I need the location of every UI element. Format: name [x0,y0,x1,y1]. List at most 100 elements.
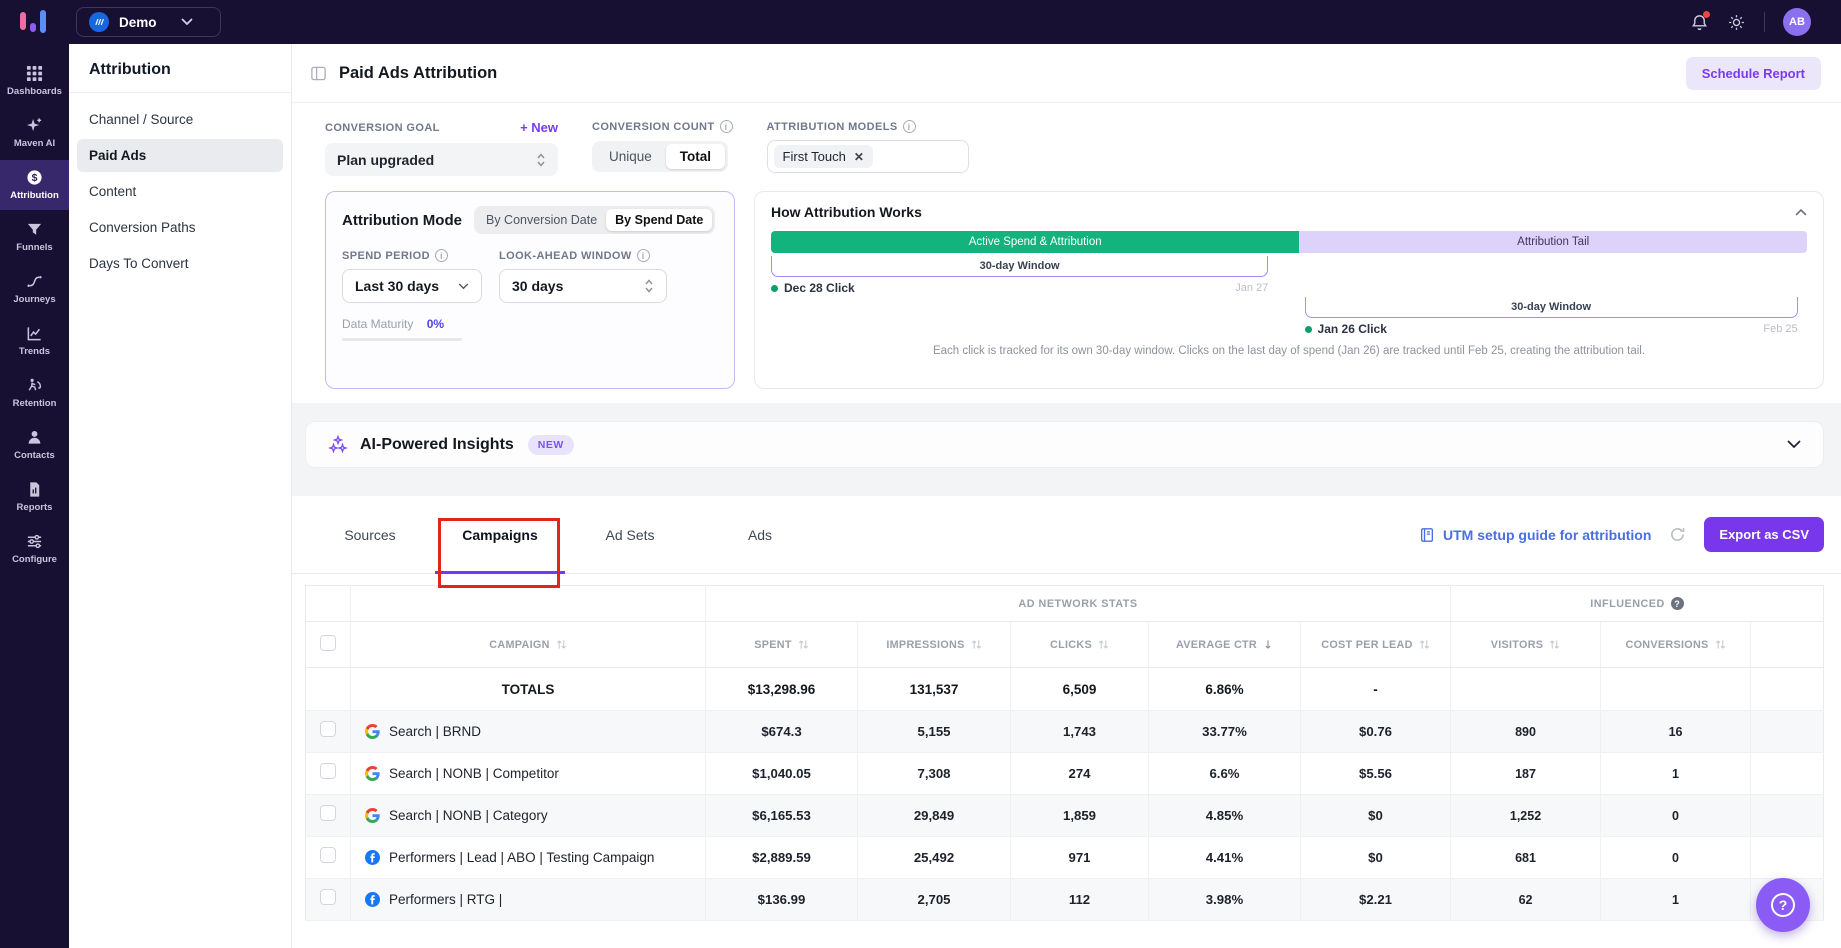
rail-item-journeys[interactable]: Journeys [0,264,69,314]
schedule-report-button[interactable]: Schedule Report [1686,57,1821,90]
info-icon[interactable]: i [637,249,650,262]
notifications-bell-icon[interactable] [1690,13,1709,32]
attribution-mode-toggle: By Conversion Date By Spend Date [474,206,715,234]
rail-item-retention[interactable]: Retention [0,368,69,418]
info-icon[interactable]: i [435,249,448,262]
table-row[interactable]: Search | BRND $674.3 5,155 1,743 33.77% … [306,711,1824,753]
rail-item-configure[interactable]: Configure [0,524,69,574]
collapse-chevron-up-icon[interactable] [1795,208,1807,216]
rail-item-trends[interactable]: Trends [0,316,69,366]
sidebar-item-days-to-convert[interactable]: Days To Convert [77,247,283,280]
filters-row: CONVERSION GOAL + New Plan upgraded CONV… [292,103,1841,176]
book-icon [1419,527,1435,543]
cell-clicks: 1,859 [1011,795,1149,837]
export-csv-button[interactable]: Export as CSV [1704,517,1824,552]
window1-end-date: Jan 27 [1235,282,1268,294]
cell-conversions: 1 [1601,753,1751,795]
data-maturity-bar [342,338,462,341]
remove-chip-icon[interactable]: ✕ [854,150,864,164]
attribution-mode-panel: Attribution Mode By Conversion Date By S… [325,191,735,389]
attribution-models-select[interactable]: First Touch ✕ [767,140,969,173]
user-avatar[interactable]: AB [1783,8,1811,36]
column-header-campaign[interactable]: CAMPAIGN [351,622,706,668]
cell-visitors: 1,252 [1451,795,1601,837]
toggle-option-total[interactable]: Total [666,144,725,169]
column-header-cost-per-lead[interactable]: COST PER LEAD [1301,622,1451,668]
look-ahead-select[interactable]: 30 days [499,269,667,303]
row-checkbox[interactable] [320,847,336,863]
person-icon [26,429,43,446]
tab-sources[interactable]: Sources [305,496,435,573]
cell-spent: $136.99 [706,879,858,921]
facebook-icon [365,850,380,865]
select-spinner-icon [536,152,546,168]
insights-title: AI-Powered Insights [360,436,514,454]
row-checkbox[interactable] [320,805,336,821]
column-header-impressions[interactable]: IMPRESSIONS [858,622,1011,668]
help-floating-button[interactable]: ? [1756,878,1810,932]
sidebar-item-conversion-paths[interactable]: Conversion Paths [77,211,283,244]
info-icon[interactable]: i [720,120,733,133]
sort-icon [971,638,982,651]
toggle-by-spend-date[interactable]: By Spend Date [606,209,712,231]
campaigns-table-wrap: AD NETWORK STATS INFLUENCED? CAMPAIGN SP… [292,574,1841,921]
panel-toggle-icon[interactable] [310,65,327,82]
rail-item-contacts[interactable]: Contacts [0,420,69,470]
column-header-spent[interactable]: SPENT [706,622,858,668]
cell-clicks: 971 [1011,837,1149,879]
select-all-header [306,622,351,668]
select-all-checkbox[interactable] [320,635,336,651]
help-question-icon[interactable]: ? [1671,597,1684,610]
sidebar-item-content[interactable]: Content [77,175,283,208]
group-ad-network-stats: AD NETWORK STATS [706,586,1451,622]
info-icon[interactable]: i [903,120,916,133]
cell-visitors: 681 [1451,837,1601,879]
refresh-icon[interactable] [1669,526,1686,543]
rail-item-attribution[interactable]: $ Attribution [0,160,69,210]
tab-campaigns[interactable]: Campaigns [435,496,565,573]
rail-item-dashboards[interactable]: Dashboards [0,56,69,106]
table-row[interactable]: Search | NONB | Competitor $1,040.05 7,3… [306,753,1824,795]
column-header-conversions[interactable]: CONVERSIONS [1601,622,1751,668]
cell-average-ctr: 4.41% [1149,837,1301,879]
row-checkbox[interactable] [320,889,336,905]
toggle-option-unique[interactable]: Unique [595,144,666,169]
table-row[interactable]: Performers | Lead | ABO | Testing Campai… [306,837,1824,879]
tab-ad-sets[interactable]: Ad Sets [565,496,695,573]
group-influenced: INFLUENCED? [1451,586,1824,622]
rail-item-maven-ai[interactable]: Maven AI [0,108,69,158]
green-dot-icon [771,285,778,292]
utm-setup-guide-link[interactable]: UTM setup guide for attribution [1419,527,1651,543]
conversion-goal-select[interactable]: Plan upgraded [325,143,558,176]
rail-item-reports[interactable]: Reports [0,472,69,522]
cell-conversions: 0 [1601,795,1751,837]
cell-impressions: 5,155 [858,711,1011,753]
workspace-switcher[interactable]: Demo [76,7,221,37]
table-row[interactable]: Performers | RTG | $136.99 2,705 112 3.9… [306,879,1824,921]
sidebar-item-paid-ads[interactable]: Paid Ads [77,139,283,172]
campaign-name: Performers | RTG | [389,892,502,907]
new-badge: NEW [528,435,574,455]
conversion-count-toggle: Unique Total [592,141,728,172]
column-header-clicks[interactable]: CLICKS [1011,622,1149,668]
sort-icon [556,638,567,651]
rail-item-funnels[interactable]: Funnels [0,212,69,262]
ai-insights-bar[interactable]: AI-Powered Insights NEW [305,421,1824,468]
retention-runner-icon [26,377,43,394]
column-header-visitors[interactable]: VISITORS [1451,622,1601,668]
cell-visitors: 62 [1451,879,1601,921]
table-row[interactable]: Search | NONB | Category $6,165.53 29,84… [306,795,1824,837]
expand-chevron-down-icon[interactable] [1787,440,1801,449]
tab-ads[interactable]: Ads [695,496,825,573]
settings-gear-icon[interactable] [1727,13,1746,32]
row-checkbox[interactable] [320,721,336,737]
toggle-by-conversion-date[interactable]: By Conversion Date [477,209,606,231]
new-goal-button[interactable]: + New [520,120,558,135]
spend-period-select[interactable]: Last 30 days [342,269,482,303]
row-checkbox[interactable] [320,763,336,779]
nav-rail: Dashboards Maven AI $ Attribution Funnel… [0,44,69,948]
column-header-average-ctr[interactable]: AVERAGE CTR [1149,622,1301,668]
campaign-name: Search | BRND [389,724,481,739]
sidebar-item-channel-source[interactable]: Channel / Source [77,103,283,136]
attribution-models-label: ATTRIBUTION MODELS [767,121,898,133]
